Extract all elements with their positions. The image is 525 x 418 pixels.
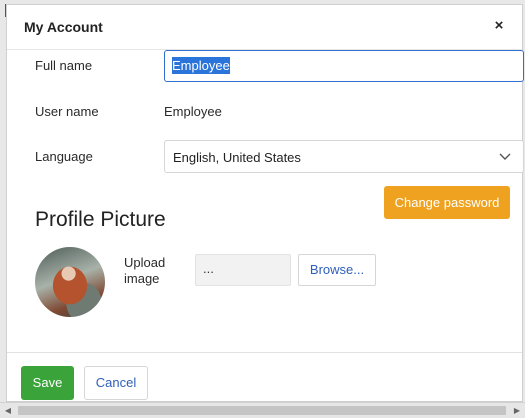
upload-file-field[interactable]: ... (195, 254, 291, 286)
upload-image-label: Upload image (124, 255, 166, 286)
avatar (35, 247, 105, 317)
close-icon[interactable]: × (490, 16, 508, 36)
language-select[interactable]: English, United States (164, 140, 524, 173)
change-password-button[interactable]: Change password (384, 186, 510, 219)
dialog-title-bar: My Account × (7, 5, 522, 50)
scroll-right-arrow-icon[interactable]: ▶ (509, 403, 525, 418)
user-name-value: Employee (164, 104, 222, 119)
language-selected-value: English, United States (173, 150, 301, 165)
full-name-label: Full name (35, 58, 93, 73)
cancel-button[interactable]: Cancel (84, 366, 148, 400)
save-button[interactable]: Save (21, 366, 74, 400)
full-name-input[interactable]: Employee (164, 50, 524, 82)
user-name-label: User name (35, 104, 99, 119)
scrollbar-thumb[interactable] (18, 406, 506, 415)
browse-button[interactable]: Browse... (298, 254, 376, 286)
scroll-left-arrow-icon[interactable]: ◀ (0, 403, 16, 418)
profile-picture-heading: Profile Picture (35, 208, 166, 231)
language-label: Language (35, 149, 93, 164)
footer-divider (7, 352, 522, 353)
chevron-down-icon (499, 153, 511, 160)
horizontal-scrollbar[interactable]: ◀ ▶ (0, 402, 525, 418)
my-account-dialog: My Account × Full name Employee User nam… (6, 4, 524, 402)
full-name-value: Employee (172, 57, 230, 74)
window-frame: My Account × Full name Employee User nam… (0, 0, 525, 418)
dialog-title: My Account (24, 19, 103, 35)
